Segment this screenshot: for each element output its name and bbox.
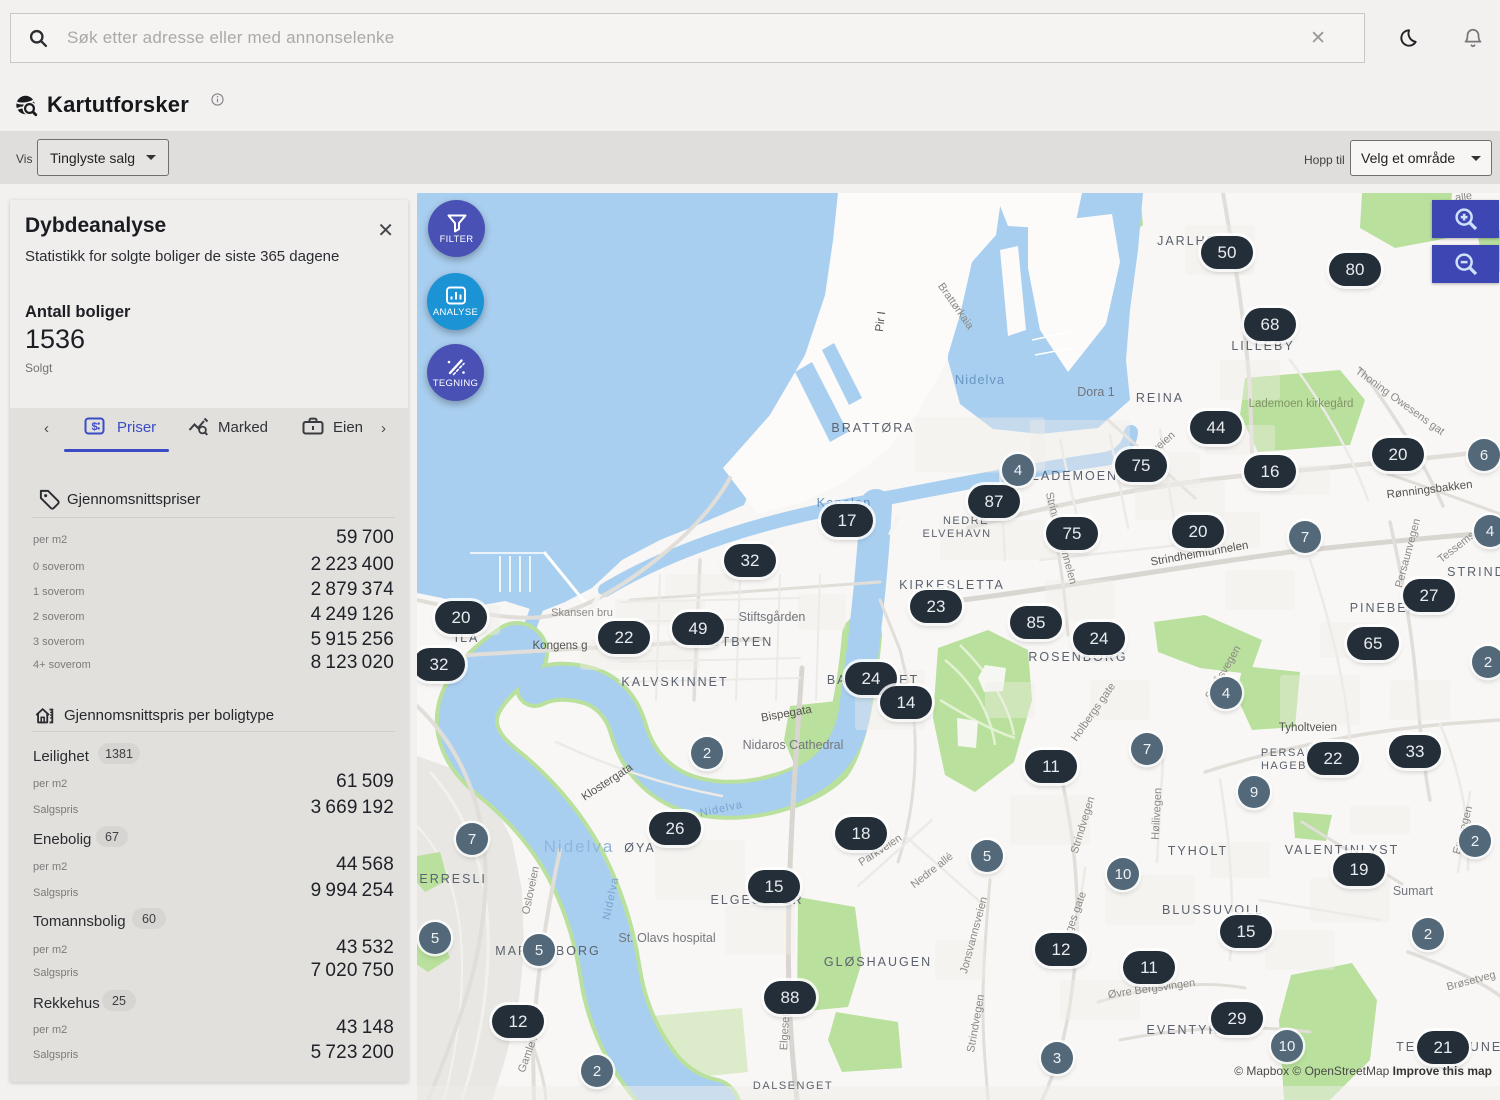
svg-text:DALSENGET: DALSENGET	[753, 1080, 833, 1092]
svg-text:Pir I: Pir I	[874, 311, 888, 333]
svg-text:GLØSHAUGEN: GLØSHAUGEN	[824, 955, 932, 969]
svg-text:Tyholtveien: Tyholtveien	[1279, 722, 1337, 734]
svg-text:HAGEB: HAGEB	[1261, 760, 1307, 772]
svg-text:VERRESLI: VERRESLI	[417, 872, 487, 886]
svg-text:Kongens g: Kongens g	[533, 640, 588, 652]
svg-text:$: $	[92, 421, 98, 433]
svg-text:St. Olavs hospital: St. Olavs hospital	[618, 931, 715, 945]
svg-text:BRATTØRA: BRATTØRA	[831, 421, 914, 435]
svg-text:Skansen bru: Skansen bru	[551, 607, 613, 619]
svg-text:Nidelva: Nidelva	[955, 372, 1005, 387]
svg-text:Stiftsgården: Stiftsgården	[739, 610, 806, 624]
svg-text:TYHOLT: TYHOLT	[1168, 844, 1228, 858]
svg-text:ELVEHAVN: ELVEHAVN	[922, 528, 991, 540]
svg-text:KIRKESLETTA: KIRKESLETTA	[899, 578, 1005, 592]
svg-text:LILLEBY: LILLEBY	[1231, 339, 1294, 353]
svg-text:REINA: REINA	[1136, 391, 1184, 405]
svg-text:ØYA: ØYA	[624, 841, 655, 855]
svg-text:STRINDHEIM: STRINDHEIM	[1447, 565, 1500, 579]
svg-text:Sumart: Sumart	[1393, 884, 1434, 898]
svg-text:LADEMOEN: LADEMOEN	[1032, 469, 1118, 483]
svg-text:Dora 1: Dora 1	[1077, 385, 1115, 399]
svg-text:Lademoen kirkegård: Lademoen kirkegård	[1249, 398, 1354, 410]
svg-text:Nidaros Cathedral: Nidaros Cathedral	[743, 738, 844, 752]
svg-text:Nidelva: Nidelva	[544, 837, 615, 856]
svg-text:KALVSKINNET: KALVSKINNET	[621, 675, 728, 689]
